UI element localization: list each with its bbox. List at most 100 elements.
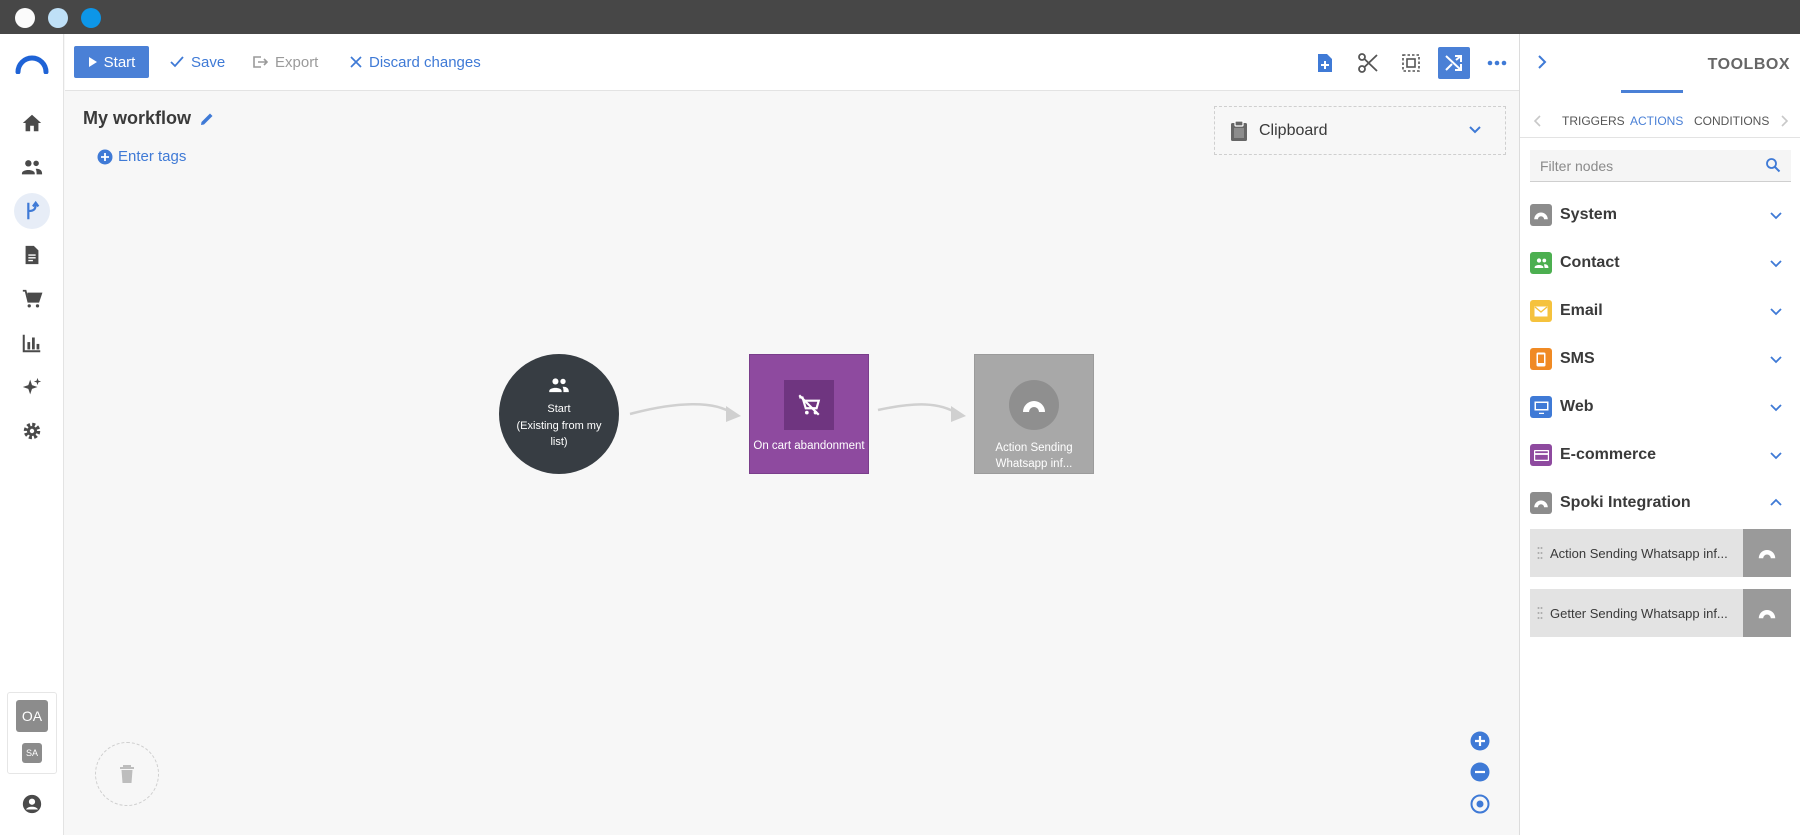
cart-node-icon-box	[784, 380, 834, 430]
category-label: Email	[1560, 302, 1603, 319]
toolbox-node-action-whatsapp[interactable]: Action Sending Whatsapp inf...	[1530, 529, 1791, 577]
chevron-left-icon[interactable]	[1532, 114, 1544, 128]
window-close-button[interactable]	[15, 8, 35, 28]
avatar-primary[interactable]: OA	[16, 700, 48, 732]
nav-settings[interactable]	[14, 413, 50, 449]
workflow-branch-icon	[27, 200, 40, 220]
nav-contacts[interactable]	[14, 149, 50, 185]
chevron-right-icon[interactable]	[1778, 114, 1790, 128]
rainbow-icon	[1530, 204, 1552, 226]
nav-ecommerce[interactable]	[14, 281, 50, 317]
clipboard-dropdown[interactable]: Clipboard	[1214, 106, 1506, 155]
monitor-icon	[1530, 396, 1552, 418]
card-icon	[1530, 444, 1552, 466]
shuffle-icon	[1445, 55, 1462, 71]
add-note-button[interactable]	[1309, 47, 1341, 79]
window-minimize-button[interactable]	[48, 8, 68, 28]
account-switcher[interactable]: OA SA	[7, 692, 57, 774]
discard-changes-label: Discard changes	[369, 53, 481, 71]
edit-pencil-icon[interactable]	[199, 111, 215, 127]
more-horizontal-icon	[1487, 60, 1507, 66]
plus-circle-icon	[1470, 731, 1490, 751]
enter-tags-label: Enter tags	[118, 148, 187, 165]
clipboard-label: Clipboard	[1259, 121, 1328, 139]
clipboard-icon	[1231, 119, 1247, 141]
category-web[interactable]: Web	[1530, 390, 1791, 424]
target-icon	[1470, 794, 1490, 814]
export-button-label: Export	[275, 53, 319, 71]
add-circle-icon	[97, 149, 113, 164]
close-icon	[350, 56, 362, 68]
more-options-button[interactable]	[1481, 47, 1513, 79]
tab-conditions[interactable]: CONDITIONS	[1694, 104, 1769, 138]
gear-icon	[23, 422, 41, 440]
category-ecommerce[interactable]: E-commerce	[1530, 438, 1791, 472]
rainbow-icon	[1743, 589, 1791, 637]
window-titlebar	[0, 0, 1800, 34]
start-node[interactable]: Start (Existing from my list)	[499, 354, 619, 474]
save-button-label: Save	[191, 53, 226, 71]
save-button[interactable]: Save	[170, 46, 225, 78]
action-sending-whatsapp-node[interactable]: Action Sending Whatsapp inf...	[974, 354, 1094, 474]
zoom-out-button[interactable]	[1469, 761, 1491, 783]
enter-tags-button[interactable]: Enter tags	[97, 148, 186, 165]
export-button[interactable]: Export	[252, 46, 318, 78]
select-area-button[interactable]	[1395, 47, 1427, 79]
chevron-down-icon	[1770, 308, 1782, 316]
home-icon	[22, 114, 42, 132]
start-button[interactable]: Start	[74, 46, 149, 78]
minus-circle-icon	[1470, 762, 1490, 782]
avatar-secondary[interactable]: SA	[22, 743, 42, 763]
cut-button[interactable]	[1352, 47, 1384, 79]
document-icon	[25, 245, 39, 265]
toolbox-node-getter-whatsapp[interactable]: Getter Sending Whatsapp inf...	[1530, 589, 1791, 637]
select-all-icon	[1402, 54, 1420, 72]
drag-handle-icon[interactable]	[1530, 606, 1550, 620]
rainbow-icon	[1530, 492, 1552, 514]
nav-workflows[interactable]	[14, 193, 50, 229]
account-circle-icon	[22, 794, 42, 814]
category-sms[interactable]: SMS	[1530, 342, 1791, 376]
brand-logo-icon[interactable]	[15, 54, 49, 74]
category-label: Contact	[1560, 254, 1620, 271]
category-spoki-integration[interactable]: Spoki Integration	[1530, 486, 1791, 520]
category-contact[interactable]: Contact	[1530, 246, 1791, 280]
trash-icon	[120, 765, 134, 783]
recenter-button[interactable]	[1469, 793, 1491, 815]
nav-documents[interactable]	[14, 237, 50, 273]
action-node-label: Action Sending Whatsapp inf...	[995, 442, 1073, 471]
cart-abandonment-node[interactable]: On cart abandonment	[749, 354, 869, 474]
people-icon	[549, 378, 569, 393]
window-maximize-button[interactable]	[81, 8, 101, 28]
tab-actions[interactable]: ACTIONS	[1630, 104, 1683, 138]
category-label: Web	[1560, 398, 1594, 415]
filter-nodes-field[interactable]	[1530, 150, 1791, 182]
chevron-down-icon	[1770, 212, 1782, 220]
nav-statistics[interactable]	[14, 325, 50, 361]
chevron-right-icon[interactable]	[1532, 52, 1552, 72]
play-icon	[88, 57, 97, 67]
category-email[interactable]: Email	[1530, 294, 1791, 328]
chevron-down-icon	[1770, 452, 1782, 460]
chevron-down-icon	[1770, 260, 1782, 268]
category-system[interactable]: System	[1530, 198, 1791, 232]
filter-nodes-input[interactable]	[1540, 157, 1750, 174]
cart-icon	[22, 289, 43, 308]
category-label: E-commerce	[1560, 446, 1657, 463]
envelope-icon	[1530, 300, 1552, 322]
nav-ai[interactable]	[14, 369, 50, 405]
workflow-toolbar: Start Save Export Discard changes	[65, 34, 1519, 91]
toolbox-panel: TOOLBOX TRIGGERS ACTIONS CONDITIONS Syst…	[1519, 34, 1800, 835]
nav-profile[interactable]	[14, 786, 50, 822]
drag-handle-icon[interactable]	[1530, 546, 1550, 560]
nav-home[interactable]	[14, 105, 50, 141]
active-tab-indicator	[1621, 90, 1683, 93]
workflow-canvas[interactable]: My workflow Enter tags Clipboard Start (…	[65, 92, 1519, 835]
zoom-in-button[interactable]	[1469, 730, 1491, 752]
chevron-down-icon	[1770, 356, 1782, 364]
search-icon	[1766, 158, 1781, 173]
tab-triggers[interactable]: TRIGGERS	[1562, 104, 1625, 138]
discard-changes-button[interactable]: Discard changes	[350, 46, 481, 78]
trash-drop-zone[interactable]	[95, 742, 159, 806]
auto-layout-button[interactable]	[1438, 47, 1470, 79]
